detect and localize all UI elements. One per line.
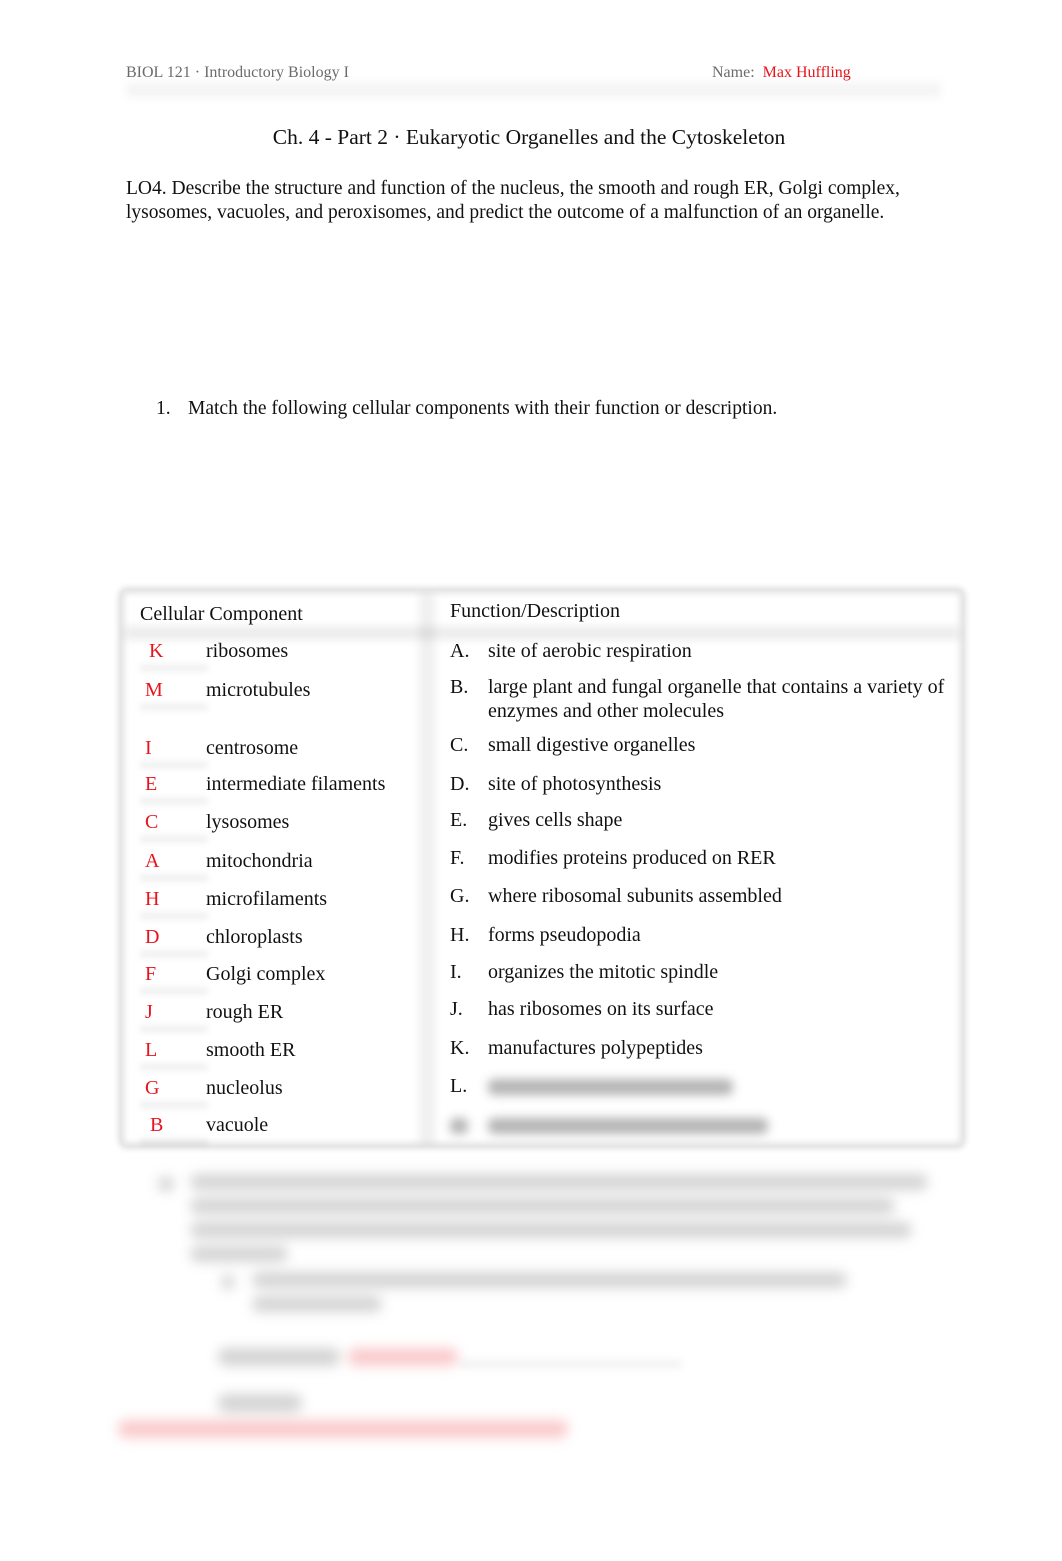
description-letter: B. <box>450 676 469 698</box>
component-name: mitochondria <box>206 850 313 872</box>
answer-underline <box>140 874 208 882</box>
description-letter: K. <box>450 1037 470 1059</box>
component-name: vacuole <box>206 1114 269 1136</box>
obscured-question-number <box>158 1176 174 1192</box>
answer-field[interactable]: M <box>145 679 201 702</box>
description-letter: E. <box>450 809 468 831</box>
description-text: gives cells shape <box>488 809 623 831</box>
component-name: lysosomes <box>206 811 290 833</box>
component-name: microtubules <box>206 679 311 701</box>
description-text: modifies proteins produced on RER <box>488 847 776 869</box>
answer-underline <box>140 1138 208 1146</box>
obscured-subitem-number <box>222 1274 234 1290</box>
obscured-answer-underline <box>460 1360 682 1368</box>
answer-field[interactable]: H <box>145 888 201 911</box>
description-text: large plant and fungal organelle that co… <box>488 676 945 722</box>
component-name: ribosomes <box>206 640 289 662</box>
answer-underline <box>140 1101 208 1109</box>
answer-field[interactable]: A <box>145 850 201 873</box>
obscured-text-line <box>190 1222 912 1238</box>
description-letter: I. <box>450 961 462 983</box>
obscured-rationale-label <box>218 1394 302 1412</box>
description-letter-obscured <box>450 1113 468 1137</box>
component-name: Golgi complex <box>206 963 326 985</box>
obscured-rationale-answer[interactable] <box>118 1420 568 1438</box>
obscured-text-line <box>190 1198 895 1214</box>
answer-underline <box>140 1063 208 1071</box>
answer-field[interactable]: I <box>145 737 201 760</box>
column-header-component: Cellular Component <box>140 603 303 625</box>
description-letter: A. <box>450 640 470 662</box>
description-text: site of aerobic respiration <box>488 640 692 662</box>
description-letter: C. <box>450 734 469 756</box>
obscured-text-line <box>252 1272 847 1288</box>
answer-field[interactable]: G <box>145 1077 201 1100</box>
obscured-text-line <box>190 1174 928 1190</box>
component-name: nucleolus <box>206 1077 283 1099</box>
component-name: microfilaments <box>206 888 328 910</box>
component-name: centrosome <box>206 737 299 759</box>
answer-underline <box>140 987 208 995</box>
answer-field[interactable]: K <box>149 640 205 663</box>
answer-field[interactable]: J <box>145 1001 201 1024</box>
description-letter: G. <box>450 885 470 907</box>
description-text-obscured <box>488 1074 945 1098</box>
answer-field[interactable]: C <box>145 811 201 834</box>
description-text-obscured <box>488 1113 945 1137</box>
question-1: 1. Match the following cellular component… <box>156 398 777 420</box>
answer-field[interactable]: E <box>145 773 201 796</box>
answer-underline <box>140 912 208 920</box>
answer-underline <box>140 664 208 672</box>
description-letter: J. <box>450 998 463 1020</box>
description-letter: H. <box>450 924 470 946</box>
description-text: where ribosomal subunits assembled <box>488 885 782 907</box>
header-row-divider <box>125 626 959 640</box>
answer-field[interactable]: F <box>145 963 201 986</box>
answer-underline <box>140 835 208 843</box>
description-letter: F. <box>450 847 465 869</box>
description-text: site of photosynthesis <box>488 773 662 795</box>
obscured-text-line <box>252 1296 382 1312</box>
page-title: Ch. 4 - Part 2 · Eukaryotic Organelles a… <box>272 125 786 149</box>
column-header-description: Function/Description <box>450 600 620 622</box>
description-text: manufactures polypeptides <box>488 1037 703 1059</box>
header-divider <box>126 78 941 102</box>
obscured-answer-value[interactable] <box>348 1348 458 1366</box>
column-divider <box>419 594 435 1144</box>
component-name: smooth ER <box>206 1039 296 1061</box>
description-text: organizes the mitotic spindle <box>488 961 719 983</box>
question-number: 1. <box>156 398 171 419</box>
answer-underline <box>140 761 208 769</box>
answer-underline <box>140 1025 208 1033</box>
obscured-answer-label <box>218 1348 340 1366</box>
description-letter: D. <box>450 773 470 795</box>
description-text: has ribosomes on its surface <box>488 998 714 1020</box>
component-name: chloroplasts <box>206 926 303 948</box>
answer-underline <box>140 797 208 805</box>
answer-underline <box>140 950 208 958</box>
description-text: small digestive organelles <box>488 734 696 756</box>
component-name: rough ER <box>206 1001 284 1023</box>
answer-field[interactable]: L <box>145 1039 201 1062</box>
answer-field[interactable]: D <box>145 926 201 949</box>
obscured-text-line <box>190 1246 288 1262</box>
question-text: Match the following cellular components … <box>188 398 778 419</box>
description-letter: L. <box>450 1075 468 1097</box>
answer-field[interactable]: B <box>150 1114 206 1137</box>
learning-objective: LO4. Describe the structure and function… <box>126 178 900 223</box>
description-text: forms pseudopodia <box>488 924 641 946</box>
component-name: intermediate filaments <box>206 773 386 795</box>
answer-underline <box>140 703 208 711</box>
